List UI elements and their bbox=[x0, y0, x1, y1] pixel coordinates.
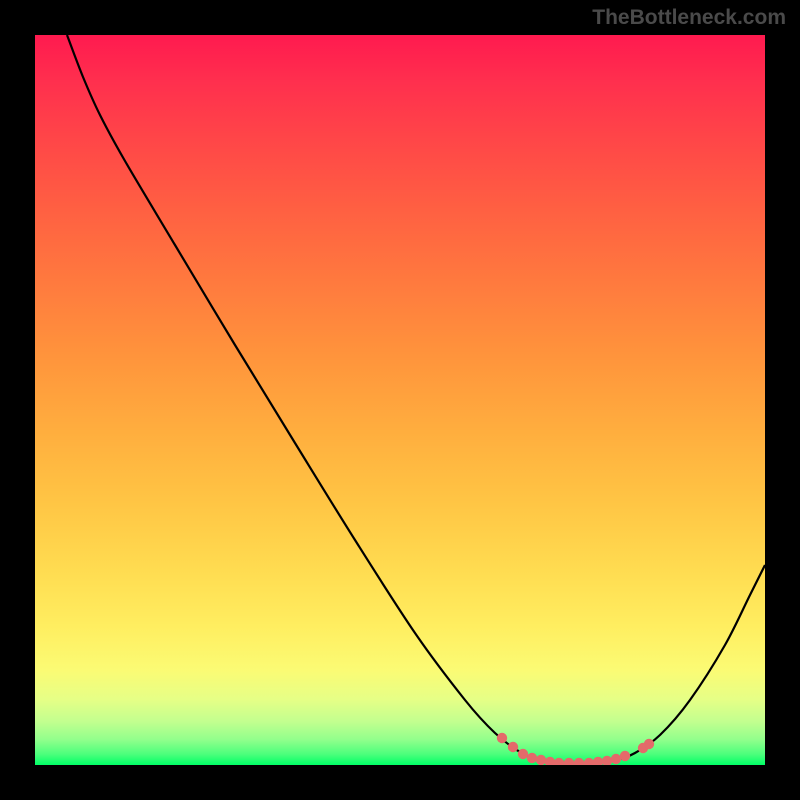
curve-marker bbox=[602, 756, 612, 765]
curve-marker bbox=[508, 742, 518, 752]
curve-marker bbox=[584, 758, 594, 765]
curve-marker bbox=[593, 757, 603, 765]
curve-marker bbox=[497, 733, 507, 743]
curve-marker bbox=[527, 753, 537, 763]
curve-marker bbox=[554, 758, 564, 765]
curve-marker bbox=[574, 758, 584, 765]
curve-marker bbox=[620, 751, 630, 761]
plot-area bbox=[35, 35, 765, 765]
curve-markers bbox=[497, 733, 654, 765]
curve-marker bbox=[518, 749, 528, 759]
curve-marker bbox=[644, 739, 654, 749]
curve-marker bbox=[545, 757, 555, 765]
curve-marker bbox=[611, 754, 621, 764]
chart-svg bbox=[35, 35, 765, 765]
curve-marker bbox=[536, 755, 546, 765]
watermark-text: TheBottleneck.com bbox=[592, 6, 786, 30]
bottleneck-curve bbox=[67, 35, 765, 763]
curve-marker bbox=[564, 758, 574, 765]
